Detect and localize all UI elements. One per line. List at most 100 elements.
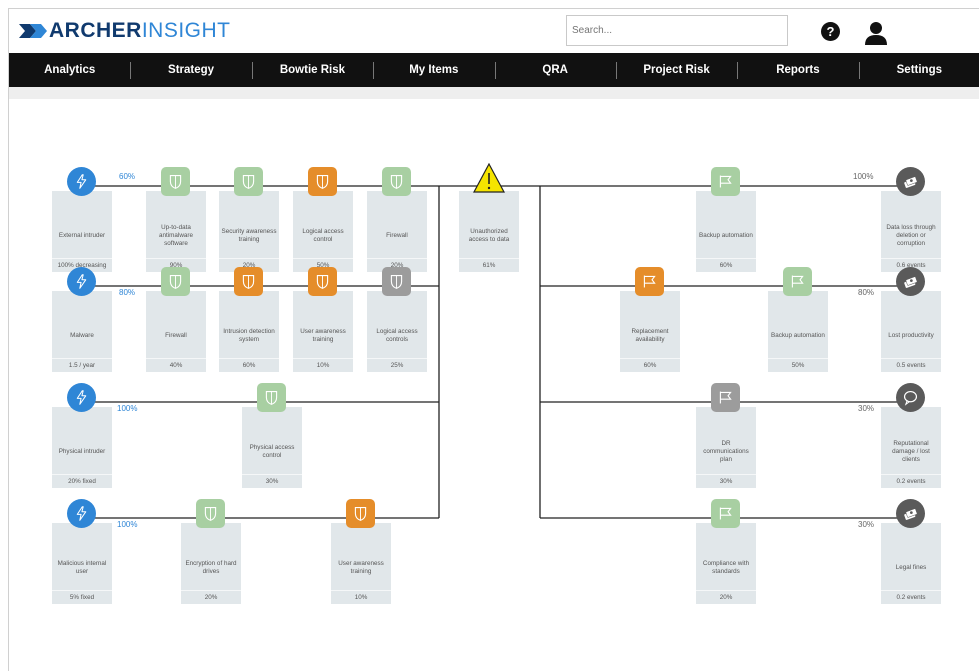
consequence-card-icon-badge[interactable] bbox=[896, 167, 925, 196]
speech-bubble-icon bbox=[903, 390, 918, 406]
consequence-card-icon-badge[interactable] bbox=[896, 499, 925, 528]
lightning-icon bbox=[76, 506, 87, 521]
mitigating-control-card[interactable]: Backup automation 50% bbox=[768, 291, 828, 372]
consequence-card[interactable]: Legal fines 0.2 events bbox=[881, 523, 941, 604]
preventive-control-card-value: 60% bbox=[219, 358, 279, 369]
threat-card[interactable]: Physical intruder 20% fixed bbox=[52, 407, 112, 488]
top-bar: ARCHER INSIGHT ? bbox=[9, 9, 979, 53]
probability-label: 60% bbox=[119, 172, 136, 181]
consequence-card-icon-badge[interactable] bbox=[896, 383, 925, 412]
warning-icon[interactable] bbox=[473, 163, 505, 193]
preventive-control-card-label: Firewall bbox=[386, 231, 408, 239]
money-stack-icon bbox=[904, 276, 918, 288]
top-event-card[interactable]: Unauthorized access to data 61% bbox=[459, 191, 519, 272]
consequence-card[interactable]: Reputational damage / lost clients 0.2 ev… bbox=[881, 407, 941, 488]
threat-card-label: Malicious internal user bbox=[57, 559, 107, 575]
consequence-card[interactable]: Lost productivity 0.5 events bbox=[881, 291, 941, 372]
nav-settings[interactable]: Settings bbox=[858, 53, 979, 87]
preventive-control-card[interactable]: Up-to-data antimalware software 90% bbox=[146, 191, 206, 272]
consequence-card-label: Data loss through deletion or corruption bbox=[886, 223, 936, 248]
nav-reports[interactable]: Reports bbox=[737, 53, 858, 87]
preventive-control-card[interactable]: Logical access controls 25% bbox=[367, 291, 427, 372]
user-avatar-icon[interactable] bbox=[865, 21, 887, 45]
nav-analytics[interactable]: Analytics bbox=[9, 53, 130, 87]
mitigating-control-card-label: Backup automation bbox=[771, 331, 825, 339]
money-stack-icon bbox=[904, 176, 918, 188]
consequence-card-value: 0.2 events bbox=[881, 474, 941, 485]
probability-label: 80% bbox=[858, 288, 875, 297]
threat-card-label: Physical intruder bbox=[58, 447, 106, 455]
preventive-control-card-label: Security awareness training bbox=[221, 227, 277, 243]
mitigating-control-card[interactable]: Replacement availability 60% bbox=[620, 291, 680, 372]
preventive-control-card[interactable]: Encryption of hard drives 20% bbox=[181, 523, 241, 604]
mitigating-control-card[interactable]: Backup automation 60% bbox=[696, 191, 756, 272]
shield-icon bbox=[242, 274, 255, 289]
preventive-control-card-icon-badge[interactable] bbox=[257, 383, 286, 412]
probability-label: 30% bbox=[858, 404, 875, 413]
mitigating-control-card-value: 30% bbox=[696, 474, 756, 485]
nav-bowtie-risk[interactable]: Bowtie Risk bbox=[251, 53, 373, 87]
preventive-control-card-icon-badge[interactable] bbox=[196, 499, 225, 528]
shield-icon bbox=[265, 390, 278, 405]
threat-card-icon-badge[interactable] bbox=[67, 499, 96, 528]
search-input[interactable] bbox=[566, 15, 788, 46]
consequence-card-icon-badge[interactable] bbox=[896, 267, 925, 296]
shield-icon bbox=[354, 506, 367, 521]
nav-my-items[interactable]: My Items bbox=[373, 53, 494, 87]
preventive-control-card-icon-badge[interactable] bbox=[382, 167, 411, 196]
flag-icon bbox=[791, 275, 804, 288]
preventive-control-card[interactable]: Physical access control 30% bbox=[242, 407, 302, 488]
preventive-control-card-icon-badge[interactable] bbox=[308, 167, 337, 196]
threat-card-icon-badge[interactable] bbox=[67, 167, 96, 196]
preventive-control-card-icon-badge[interactable] bbox=[346, 499, 375, 528]
threat-card[interactable]: Malware 1.5 / year bbox=[52, 291, 112, 372]
preventive-control-card-label: User awareness training bbox=[338, 559, 384, 575]
threat-card-icon-badge[interactable] bbox=[67, 383, 96, 412]
preventive-control-card-icon-badge[interactable] bbox=[161, 167, 190, 196]
mitigating-control-card-icon-badge[interactable] bbox=[711, 167, 740, 196]
preventive-control-card-icon-badge[interactable] bbox=[234, 267, 263, 296]
preventive-control-card[interactable]: Logical access control 50% bbox=[293, 191, 353, 272]
preventive-control-card[interactable]: User awareness training 10% bbox=[331, 523, 391, 604]
mitigating-control-card-icon-badge[interactable] bbox=[635, 267, 664, 296]
preventive-control-card-icon-badge[interactable] bbox=[234, 167, 263, 196]
preventive-control-card-icon-badge[interactable] bbox=[308, 267, 337, 296]
mitigating-control-card-icon-badge[interactable] bbox=[711, 499, 740, 528]
preventive-control-card[interactable]: Firewall 20% bbox=[367, 191, 427, 272]
preventive-control-card[interactable]: Security awareness training 20% bbox=[219, 191, 279, 272]
probability-label: 100% bbox=[853, 172, 874, 181]
mitigating-control-card[interactable]: DR communications plan 30% bbox=[696, 407, 756, 488]
preventive-control-card-icon-badge[interactable] bbox=[382, 267, 411, 296]
preventive-control-card-label: User awareness training bbox=[300, 327, 346, 343]
mitigating-control-card-value: 60% bbox=[696, 258, 756, 269]
logo[interactable]: ARCHER INSIGHT bbox=[19, 19, 231, 43]
mitigating-control-card[interactable]: Compliance with standards 20% bbox=[696, 523, 756, 604]
preventive-control-card[interactable]: Firewall 40% bbox=[146, 291, 206, 372]
preventive-control-card-label: Up-to-data antimalware software bbox=[159, 223, 193, 248]
threat-card[interactable]: Malicious internal user 5% fixed bbox=[52, 523, 112, 604]
flag-icon bbox=[719, 507, 732, 520]
preventive-control-card-icon-badge[interactable] bbox=[161, 267, 190, 296]
preventive-control-card[interactable]: User awareness training 10% bbox=[293, 291, 353, 372]
preventive-control-card-label: Intrusion detection system bbox=[223, 327, 275, 343]
mitigating-control-card-icon-badge[interactable] bbox=[711, 383, 740, 412]
consequence-card-label: Legal fines bbox=[895, 563, 927, 571]
nav-qra[interactable]: QRA bbox=[494, 53, 616, 87]
help-icon[interactable]: ? bbox=[821, 22, 840, 41]
preventive-control-card-value: 30% bbox=[242, 474, 302, 485]
preventive-control-card-value: 10% bbox=[331, 590, 391, 601]
nav-strategy[interactable]: Strategy bbox=[130, 53, 251, 87]
threat-card-value: 5% fixed bbox=[52, 590, 112, 601]
mitigating-control-card-value: 20% bbox=[696, 590, 756, 601]
mitigating-control-card-icon-badge[interactable] bbox=[783, 267, 812, 296]
mitigating-control-card-value: 60% bbox=[620, 358, 680, 369]
consequence-card[interactable]: Data loss through deletion or corruption… bbox=[881, 191, 941, 272]
probability-label: 30% bbox=[858, 520, 875, 529]
flag-icon bbox=[643, 275, 656, 288]
threat-card-icon-badge[interactable] bbox=[67, 267, 96, 296]
nav-project-risk[interactable]: Project Risk bbox=[615, 53, 737, 87]
threat-card[interactable]: External intruder 100% decreasing bbox=[52, 191, 112, 272]
preventive-control-card[interactable]: Intrusion detection system 60% bbox=[219, 291, 279, 372]
threat-card-value: 1.5 / year bbox=[52, 358, 112, 369]
preventive-control-card-label: Physical access control bbox=[249, 443, 295, 459]
